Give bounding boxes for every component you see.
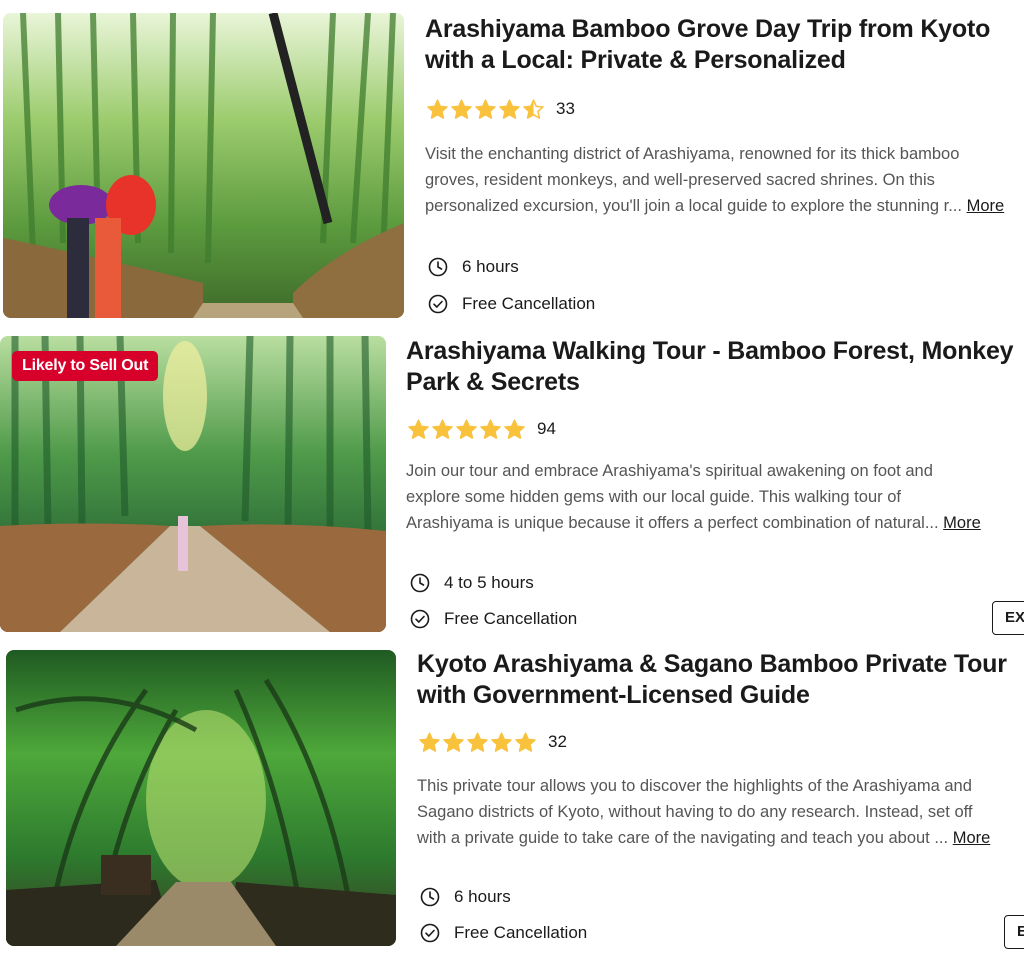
listing-card[interactable]: Arashiyama Bamboo Grove Day Trip from Ky…	[0, 0, 1024, 325]
bamboo-tunnel-photo	[6, 650, 396, 946]
description-line: explore some hidden gems with our local …	[406, 488, 901, 506]
cancellation: Free Cancellation	[428, 294, 595, 314]
title-line: with Government-Licensed Guide	[417, 681, 810, 709]
listing-title[interactable]: Arashiyama Bamboo Grove Day Trip from Ky…	[425, 14, 990, 76]
description-line: Visit the enchanting district of Arashiy…	[425, 145, 960, 163]
listing-image[interactable]: Likely to Sell Out	[0, 336, 386, 632]
listing-card[interactable]: Likely to Sell Out Arashiyama Walking To…	[0, 330, 1024, 640]
listing-description: Join our tour and embrace Arashiyama's s…	[406, 458, 1024, 536]
star-full-icon	[427, 99, 448, 119]
star-full-icon	[499, 99, 520, 119]
duration-text: 4 to 5 hours	[444, 573, 534, 592]
description-line: Arashiyama is unique because it offers a…	[406, 510, 1024, 536]
star-full-icon	[432, 419, 453, 439]
listing-title[interactable]: Kyoto Arashiyama & Sagano Bamboo Private…	[417, 649, 1007, 711]
description-line: Sagano districts of Kyoto, without havin…	[417, 803, 973, 821]
title-line: with a Local: Private & Personalized	[425, 46, 846, 74]
duration: 4 to 5 hours	[410, 573, 534, 593]
title-line: Arashiyama Walking Tour - Bamboo Forest,…	[406, 337, 1014, 365]
rating: 33	[426, 97, 575, 121]
cancellation-text: Free Cancellation	[454, 923, 588, 942]
star-rating	[407, 418, 526, 440]
star-full-icon	[408, 419, 429, 439]
star-full-icon	[491, 732, 512, 752]
listing-image[interactable]	[3, 13, 404, 318]
check-circle-icon	[420, 923, 440, 943]
clock-icon	[420, 887, 440, 907]
review-count: 32	[548, 732, 567, 751]
title-line: Arashiyama Bamboo Grove Day Trip from Ky…	[425, 15, 991, 43]
title-line: Park & Secrets	[406, 368, 580, 396]
description-line: groves, resident monkeys, and well-prese…	[425, 171, 935, 189]
clock-icon	[410, 573, 430, 593]
likely-to-sell-out-badge: Likely to Sell Out	[12, 351, 159, 381]
listing-image[interactable]	[6, 650, 396, 946]
star-full-icon	[475, 99, 496, 119]
listing-description: This private tour allows you to discover…	[417, 773, 1024, 851]
cancellation: Free Cancellation	[420, 923, 587, 943]
bamboo-grove-photo	[3, 13, 404, 318]
star-full-icon	[467, 732, 488, 752]
description-line: with a private guide to take care of the…	[417, 825, 1024, 851]
listing-title[interactable]: Arashiyama Walking Tour - Bamboo Forest,…	[406, 336, 1014, 398]
description-text: Arashiyama is unique because it offers a…	[406, 514, 939, 532]
cancellation-text: Free Cancellation	[462, 294, 596, 313]
cancellation: Free Cancellation	[410, 609, 577, 629]
listing-card[interactable]: Kyoto Arashiyama & Sagano Bamboo Private…	[0, 643, 1024, 955]
star-full-icon	[480, 419, 501, 439]
clock-icon	[428, 257, 448, 277]
description-line: personalized excursion, you'll join a lo…	[425, 193, 1024, 219]
star-rating	[418, 731, 537, 753]
more-link[interactable]: More	[953, 829, 991, 847]
more-link[interactable]: More	[943, 514, 981, 532]
duration-text: 6 hours	[462, 257, 519, 276]
star-full-icon	[515, 732, 536, 752]
star-half-icon	[523, 99, 544, 119]
description-text: personalized excursion, you'll join a lo…	[425, 197, 962, 215]
title-line: Kyoto Arashiyama & Sagano Bamboo Private…	[417, 650, 1007, 678]
description-line: This private tour allows you to discover…	[417, 777, 972, 795]
description-text: with a private guide to take care of the…	[417, 829, 949, 847]
star-full-icon	[456, 419, 477, 439]
description-line: Join our tour and embrace Arashiyama's s…	[406, 462, 933, 480]
more-link[interactable]: More	[967, 197, 1005, 215]
star-full-icon	[443, 732, 464, 752]
check-circle-icon	[428, 294, 448, 314]
rating: 32	[418, 730, 567, 754]
listing-description: Visit the enchanting district of Arashiy…	[425, 141, 1024, 219]
star-full-icon	[419, 732, 440, 752]
rating: 94	[407, 417, 556, 441]
check-circle-icon	[410, 609, 430, 629]
review-count: 94	[537, 419, 556, 438]
star-full-icon	[504, 419, 525, 439]
explore-button[interactable]: EXPLORE	[1004, 915, 1024, 949]
review-count: 33	[556, 99, 575, 118]
star-full-icon	[451, 99, 472, 119]
duration-text: 6 hours	[454, 887, 511, 906]
star-rating	[426, 98, 545, 120]
cancellation-text: Free Cancellation	[444, 609, 578, 628]
duration: 6 hours	[428, 257, 519, 277]
explore-button[interactable]: EXPLORE	[992, 601, 1024, 635]
duration: 6 hours	[420, 887, 511, 907]
